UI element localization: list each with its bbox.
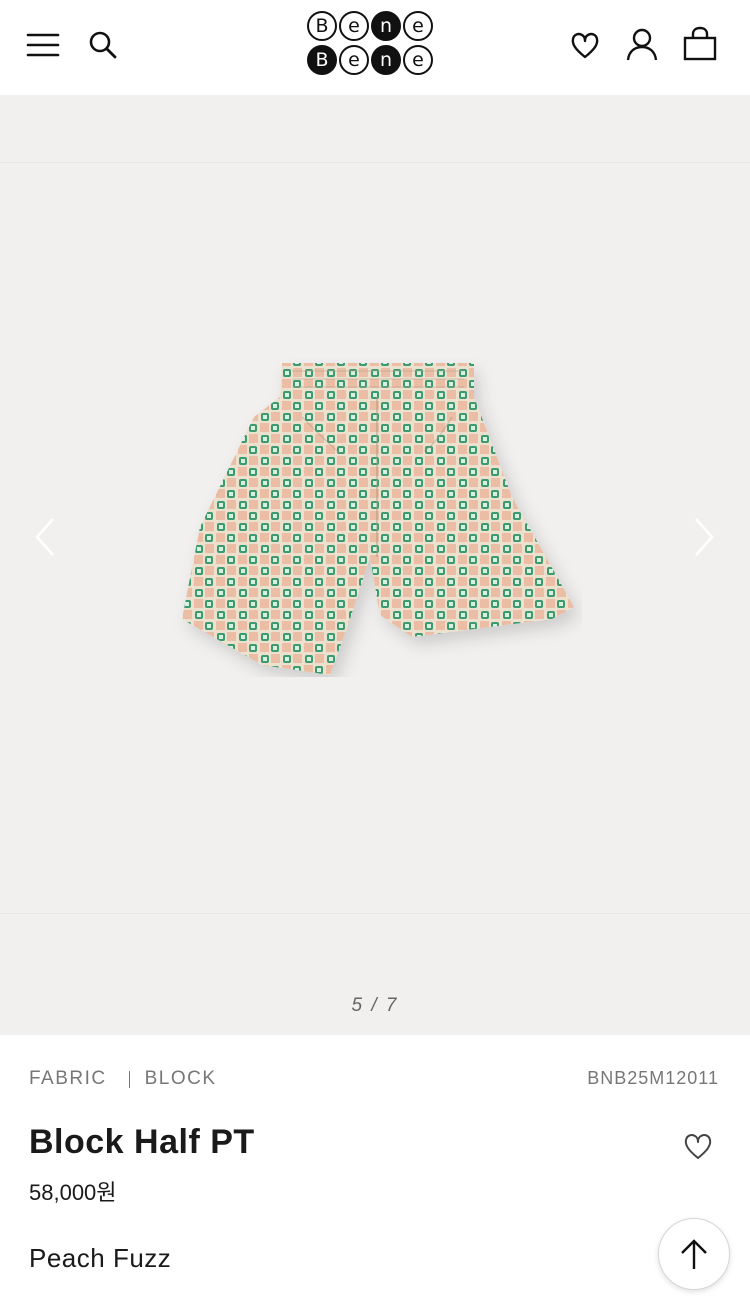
product-image-gallery[interactable]: 5 / 7 <box>0 95 750 1035</box>
product-price: 58,000원 <box>29 1180 117 1205</box>
product-info: FABRIC BLOCK BNB25M12011 Block Half PT 5… <box>0 1035 750 1306</box>
logo-letter: B <box>307 45 337 75</box>
product-color: Peach Fuzz <box>29 1243 172 1273</box>
logo-letter: e <box>339 11 369 41</box>
image-counter-total: 7 <box>385 995 399 1016</box>
chevron-right-icon <box>695 518 714 556</box>
breadcrumb-divider <box>128 1070 130 1088</box>
cart-icon[interactable] <box>682 26 718 62</box>
logo-letter: e <box>339 45 369 75</box>
scroll-to-top-button[interactable] <box>658 1218 730 1290</box>
gallery-divider <box>0 913 750 914</box>
image-counter-separator: / <box>371 995 379 1016</box>
product-image <box>172 357 582 677</box>
chevron-left-icon <box>35 518 54 556</box>
breadcrumb: FABRIC BLOCK <box>29 1068 217 1090</box>
breadcrumb-fabric[interactable]: FABRIC <box>29 1068 107 1090</box>
logo-row-2: B e n e <box>307 45 443 77</box>
logo-letter: n <box>371 45 401 75</box>
logo-letter: e <box>403 11 433 41</box>
account-icon[interactable] <box>624 26 660 62</box>
product-title: Block Half PT <box>29 1123 255 1161</box>
brand-logo[interactable]: B e n e B e n e <box>307 11 443 77</box>
heart-icon <box>684 1134 712 1159</box>
previous-image-button[interactable] <box>25 515 65 559</box>
arrow-up-icon <box>681 1239 707 1269</box>
header: B e n e B e n e <box>0 0 750 95</box>
product-code: BNB25M12011 <box>587 1068 719 1088</box>
wishlist-icon[interactable] <box>569 29 601 61</box>
product-wishlist-button[interactable] <box>681 1129 715 1163</box>
logo-letter: e <box>403 45 433 75</box>
logo-row-1: B e n e <box>307 11 443 43</box>
logo-letter: B <box>307 11 337 41</box>
search-icon[interactable] <box>87 29 119 61</box>
image-counter-current: 5 <box>351 995 365 1016</box>
gallery-divider <box>0 162 750 163</box>
image-counter: 5 / 7 <box>0 995 750 1017</box>
breadcrumb-block[interactable]: BLOCK <box>145 1068 217 1090</box>
logo-letter: n <box>371 11 401 41</box>
menu-icon[interactable] <box>26 28 60 62</box>
next-image-button[interactable] <box>684 515 724 559</box>
